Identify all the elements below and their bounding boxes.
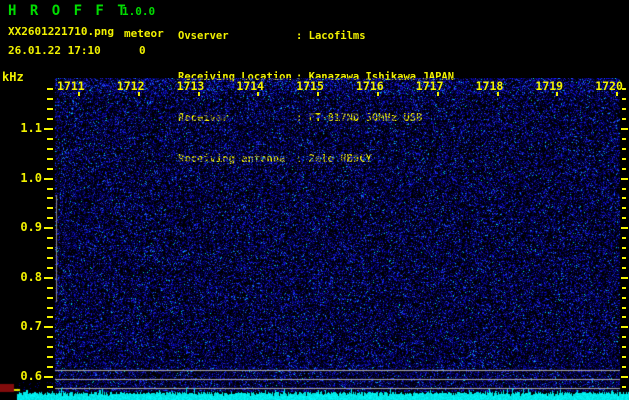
- spectrogram-canvas: [0, 78, 629, 400]
- observation-mode: meteor: [124, 27, 164, 40]
- hrofft-output-screen: H R O F F T 1.0.0 XX2601221710.png meteo…: [0, 0, 629, 400]
- info-value: Lacofilms: [308, 30, 366, 43]
- observation-datetime: 26.01.22 17:10: [8, 44, 101, 57]
- info-label: Ovserver: [178, 30, 229, 43]
- info-row-observer: Ovserver: Lacofilms: [178, 30, 454, 44]
- info-separator: :: [296, 30, 303, 43]
- app-title: H R O F F T: [8, 3, 129, 19]
- output-filename: XX2601221710.png: [8, 25, 114, 38]
- app-version: 1.0.0: [122, 5, 156, 18]
- echo-count: 0: [139, 44, 146, 57]
